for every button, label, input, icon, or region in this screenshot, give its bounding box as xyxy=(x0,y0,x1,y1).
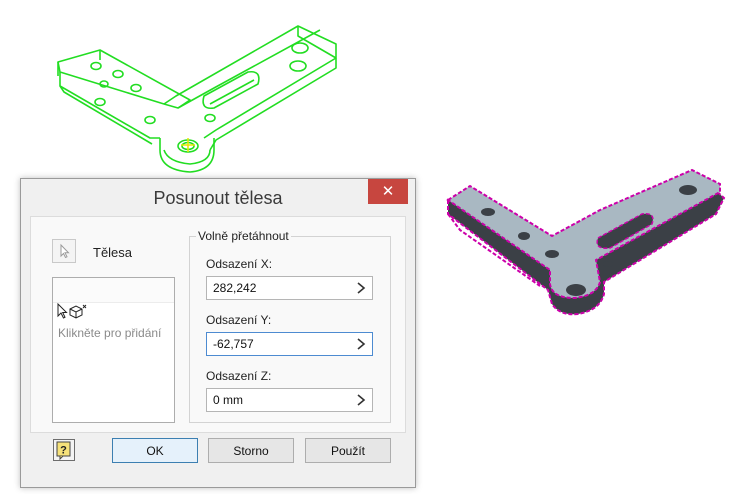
dialog-title: Posunout tělesa xyxy=(153,188,283,208)
close-button[interactable]: ✕ xyxy=(368,179,408,204)
selected-part[interactable] xyxy=(446,168,726,316)
offset-y-label: Odsazení Y: xyxy=(206,313,272,327)
offset-x-label: Odsazení X: xyxy=(206,257,273,271)
cursor-arrow-icon xyxy=(60,243,70,259)
bodies-label: Tělesa xyxy=(93,245,133,260)
offset-z-input[interactable] xyxy=(207,389,345,411)
pick-body-icon xyxy=(57,303,87,319)
move-bodies-dialog: Posunout tělesa ✕ Tělesa Klikněte pro př… xyxy=(20,178,416,488)
svg-text:?: ? xyxy=(60,445,67,457)
offset-x-input[interactable] xyxy=(207,277,345,299)
dialog-panel: Tělesa Klikněte pro přidání Volně přetáh… xyxy=(30,216,406,433)
select-bodies-button[interactable] xyxy=(52,239,76,263)
bodies-selection-list[interactable]: Klikněte pro přidání xyxy=(52,277,175,423)
close-icon: ✕ xyxy=(381,183,395,200)
help-button[interactable]: ? xyxy=(53,439,75,461)
offset-y-field xyxy=(206,332,373,356)
offset-x-field xyxy=(206,276,373,300)
offset-y-input[interactable] xyxy=(207,333,345,355)
chevron-right-icon[interactable] xyxy=(356,282,366,294)
ok-button[interactable]: OK xyxy=(112,438,198,463)
selection-list-header xyxy=(53,278,174,303)
offset-z-field xyxy=(206,388,373,412)
apply-button[interactable]: Použít xyxy=(305,438,391,463)
offset-z-label: Odsazení Z: xyxy=(206,369,272,383)
help-icon: ? xyxy=(56,441,71,461)
chevron-right-icon[interactable] xyxy=(356,394,366,406)
wireframe-preview xyxy=(57,25,337,173)
cancel-button[interactable]: Storno xyxy=(208,438,294,463)
free-drag-group: Volně přetáhnout Odsazení X: Odsazení Y:… xyxy=(189,229,391,423)
free-drag-group-title: Volně přetáhnout xyxy=(196,229,291,243)
chevron-right-icon[interactable] xyxy=(356,338,366,350)
click-to-add-hint: Klikněte pro přidání xyxy=(58,326,162,340)
